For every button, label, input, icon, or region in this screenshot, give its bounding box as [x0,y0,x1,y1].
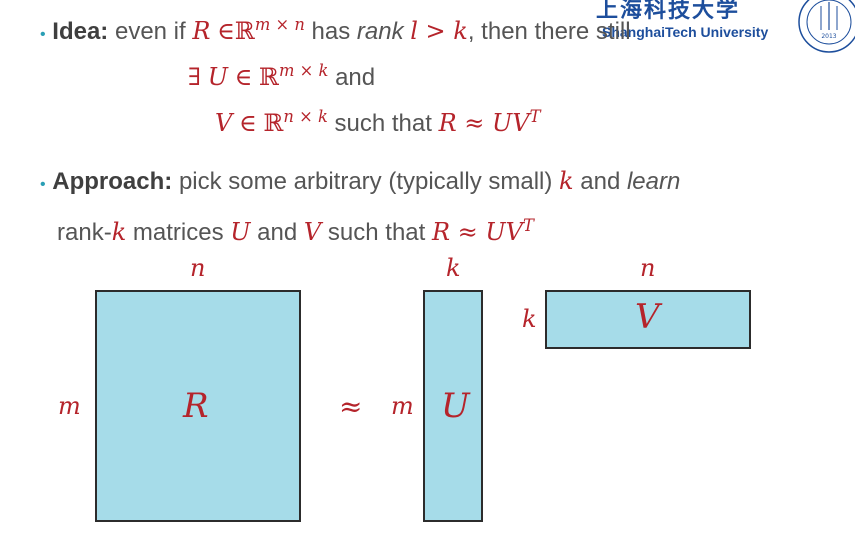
idea-rank-word: rank [356,17,404,45]
math-transpose: T [529,107,541,126]
approach-matrices: matrices [132,218,224,246]
idea-text-3: , then there still [467,17,631,45]
U-rows-label: m [391,392,414,420]
matrix-U-label: U [441,386,470,426]
math-rank-expr: l > k [410,16,468,45]
math-approx-expr: R ≈ UV [438,108,530,137]
approach-such-that: such that [327,218,426,246]
approach-learn: learn [626,168,681,195]
math-transpose: T [522,216,534,235]
math-k: k [111,217,127,246]
approach-and: and [580,168,621,195]
idea-text-2: has [311,17,351,45]
approach-and-2: and [257,218,298,246]
approach-line-1: • Approach: pick some arbitrary (typical… [40,166,680,200]
math-reals: ℝ [259,62,279,91]
math-reals: ℝ [263,108,284,137]
matrix-R-label: R [183,386,209,426]
math-U: U [207,62,228,91]
bullet-icon: • [40,176,46,193]
math-dims-m-n: m × n [254,15,305,34]
matrix-V-label: V [635,297,660,337]
math-V: V [215,108,233,137]
math-V: V [303,217,322,246]
idea-such-that: such that [334,109,432,137]
V-rows-label: k [522,305,537,333]
idea-label: Idea: [52,17,109,45]
math-U: U [230,217,251,246]
math-in: ∈ [239,108,257,137]
svg-text:2013: 2013 [821,33,836,40]
approach-line-2: rank-k matrices U and V such that R ≈ UV… [57,211,534,248]
idea-line-1: • Idea: even if R ∈ℝm × n has rank l > k… [40,10,631,50]
approach-label: Approach: [52,168,173,195]
math-R: R [192,16,211,45]
university-seal-icon: 2013 [798,0,855,53]
R-cols-label: n [190,254,206,282]
math-dims-m-k: m × k [279,61,329,80]
idea-line-3: V ∈ ℝn × k such that R ≈ UVT [215,102,540,139]
math-in: ∈ [234,62,253,91]
math-exists: ∃ [188,62,202,91]
idea-and: and [335,63,376,91]
idea-text-1: even if [114,17,186,45]
approx-symbol: ≈ [339,390,363,423]
math-approx-expr: R ≈ UV [431,217,523,246]
bullet-icon: • [40,25,46,43]
math-k: k [559,167,574,195]
U-cols-label: k [446,254,461,282]
math-dims-n-k: n × k [283,107,328,126]
idea-line-2: ∃ U ∈ ℝm × k and [188,56,375,93]
approach-text-1: pick some arbitrary (typically small) [178,168,553,195]
math-in: ∈ [217,16,235,45]
R-rows-label: m [58,392,81,420]
math-reals: ℝ [234,16,255,45]
approach-rank-prefix: rank- [57,218,112,246]
V-cols-label: n [640,254,656,282]
